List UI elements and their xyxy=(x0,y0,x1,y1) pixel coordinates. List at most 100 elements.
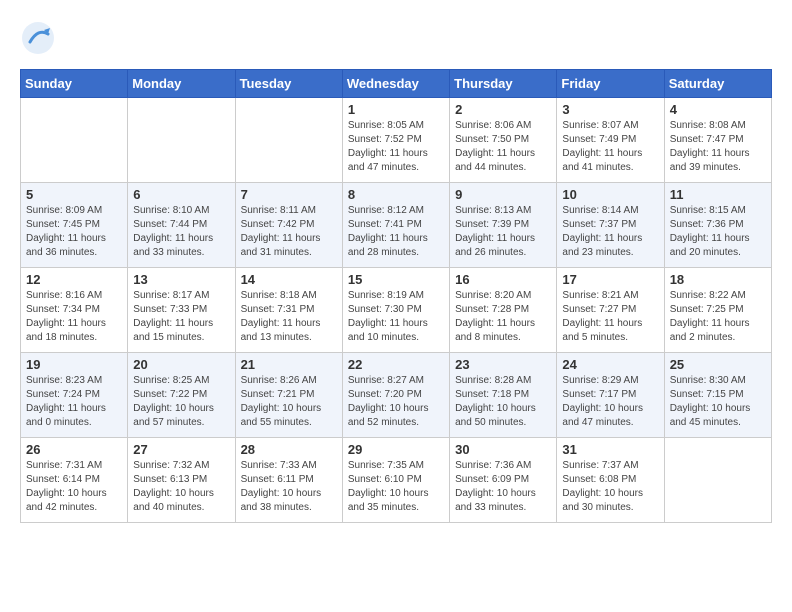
day-number: 2 xyxy=(455,102,551,117)
day-number: 27 xyxy=(133,442,229,457)
calendar-cell: 10 Sunrise: 8:14 AMSunset: 7:37 PMDayligh… xyxy=(557,183,664,268)
calendar-cell: 25 Sunrise: 8:30 AMSunset: 7:15 PMDayligh… xyxy=(664,353,771,438)
day-info: Sunrise: 8:13 AMSunset: 7:39 PMDaylight:… xyxy=(455,204,551,260)
day-info: Sunrise: 8:25 AMSunset: 7:22 PMDaylight:… xyxy=(133,374,229,430)
day-number: 30 xyxy=(455,442,551,457)
day-number: 10 xyxy=(562,187,658,202)
day-info: Sunrise: 8:28 AMSunset: 7:18 PMDaylight:… xyxy=(455,374,551,430)
day-info: Sunrise: 8:20 AMSunset: 7:28 PMDaylight:… xyxy=(455,289,551,345)
calendar-cell xyxy=(21,98,128,183)
header-thursday: Thursday xyxy=(450,70,557,98)
day-number: 21 xyxy=(241,357,337,372)
day-info: Sunrise: 8:17 AMSunset: 7:33 PMDaylight:… xyxy=(133,289,229,345)
day-info: Sunrise: 8:26 AMSunset: 7:21 PMDaylight:… xyxy=(241,374,337,430)
day-number: 18 xyxy=(670,272,766,287)
day-number: 31 xyxy=(562,442,658,457)
day-number: 11 xyxy=(670,187,766,202)
day-number: 23 xyxy=(455,357,551,372)
calendar-cell: 30 Sunrise: 7:36 AMSunset: 6:09 PMDayligh… xyxy=(450,438,557,523)
calendar-cell: 11 Sunrise: 8:15 AMSunset: 7:36 PMDayligh… xyxy=(664,183,771,268)
day-number: 1 xyxy=(348,102,444,117)
day-number: 17 xyxy=(562,272,658,287)
calendar-header-row: SundayMondayTuesdayWednesdayThursdayFrid… xyxy=(21,70,772,98)
day-info: Sunrise: 8:15 AMSunset: 7:36 PMDaylight:… xyxy=(670,204,766,260)
calendar-cell: 27 Sunrise: 7:32 AMSunset: 6:13 PMDayligh… xyxy=(128,438,235,523)
day-info: Sunrise: 7:35 AMSunset: 6:10 PMDaylight:… xyxy=(348,459,444,515)
header-sunday: Sunday xyxy=(21,70,128,98)
day-info: Sunrise: 8:27 AMSunset: 7:20 PMDaylight:… xyxy=(348,374,444,430)
logo xyxy=(20,20,60,61)
calendar-cell: 5Sunrise: 8:09 AMSunset: 7:45 PMDaylight… xyxy=(21,183,128,268)
day-number: 16 xyxy=(455,272,551,287)
calendar-cell: 16 Sunrise: 8:20 AMSunset: 7:28 PMDayligh… xyxy=(450,268,557,353)
calendar-cell: 8 Sunrise: 8:12 AMSunset: 7:41 PMDaylight… xyxy=(342,183,449,268)
day-number: 25 xyxy=(670,357,766,372)
day-number: 12 xyxy=(26,272,122,287)
day-number: 15 xyxy=(348,272,444,287)
header-saturday: Saturday xyxy=(664,70,771,98)
header-wednesday: Wednesday xyxy=(342,70,449,98)
calendar-cell: 19 Sunrise: 8:23 AMSunset: 7:24 PMDayligh… xyxy=(21,353,128,438)
day-number: 4 xyxy=(670,102,766,117)
calendar-cell: 9 Sunrise: 8:13 AMSunset: 7:39 PMDaylight… xyxy=(450,183,557,268)
day-info: Sunrise: 8:05 AMSunset: 7:52 PMDaylight:… xyxy=(348,119,444,175)
day-number: 14 xyxy=(241,272,337,287)
calendar-cell: 6Sunrise: 8:10 AMSunset: 7:44 PMDaylight… xyxy=(128,183,235,268)
calendar-cell: 13 Sunrise: 8:17 AMSunset: 7:33 PMDayligh… xyxy=(128,268,235,353)
day-info: Sunrise: 7:31 AMSunset: 6:14 PMDaylight:… xyxy=(26,459,122,515)
day-info: Sunrise: 8:06 AMSunset: 7:50 PMDaylight:… xyxy=(455,119,551,175)
day-info: Sunrise: 8:07 AMSunset: 7:49 PMDaylight:… xyxy=(562,119,658,175)
day-info: Sunrise: 8:30 AMSunset: 7:15 PMDaylight:… xyxy=(670,374,766,430)
calendar-cell: 15 Sunrise: 8:19 AMSunset: 7:30 PMDayligh… xyxy=(342,268,449,353)
day-info: Sunrise: 8:12 AMSunset: 7:41 PMDaylight:… xyxy=(348,204,444,260)
day-info: Sunrise: 8:10 AMSunset: 7:44 PMDaylight:… xyxy=(133,204,229,260)
calendar-cell: 29 Sunrise: 7:35 AMSunset: 6:10 PMDayligh… xyxy=(342,438,449,523)
day-number: 19 xyxy=(26,357,122,372)
calendar-cell: 26 Sunrise: 7:31 AMSunset: 6:14 PMDayligh… xyxy=(21,438,128,523)
calendar-cell: 4 Sunrise: 8:08 AMSunset: 7:47 PMDaylight… xyxy=(664,98,771,183)
day-info: Sunrise: 8:23 AMSunset: 7:24 PMDaylight:… xyxy=(26,374,122,430)
calendar-cell: 21 Sunrise: 8:26 AMSunset: 7:21 PMDayligh… xyxy=(235,353,342,438)
logo-icon xyxy=(20,20,56,56)
day-info: Sunrise: 8:19 AMSunset: 7:30 PMDaylight:… xyxy=(348,289,444,345)
day-info: Sunrise: 8:14 AMSunset: 7:37 PMDaylight:… xyxy=(562,204,658,260)
calendar-cell: 12 Sunrise: 8:16 AMSunset: 7:34 PMDayligh… xyxy=(21,268,128,353)
calendar-cell: 23 Sunrise: 8:28 AMSunset: 7:18 PMDayligh… xyxy=(450,353,557,438)
calendar-week-5: 26 Sunrise: 7:31 AMSunset: 6:14 PMDayligh… xyxy=(21,438,772,523)
calendar-cell: 3Sunrise: 8:07 AMSunset: 7:49 PMDaylight… xyxy=(557,98,664,183)
header-monday: Monday xyxy=(128,70,235,98)
calendar-cell: 2 Sunrise: 8:06 AMSunset: 7:50 PMDaylight… xyxy=(450,98,557,183)
calendar-cell xyxy=(664,438,771,523)
calendar-cell xyxy=(128,98,235,183)
day-info: Sunrise: 8:11 AMSunset: 7:42 PMDaylight:… xyxy=(241,204,337,260)
day-number: 20 xyxy=(133,357,229,372)
calendar-cell: 1 Sunrise: 8:05 AMSunset: 7:52 PMDaylight… xyxy=(342,98,449,183)
day-number: 8 xyxy=(348,187,444,202)
day-info: Sunrise: 7:36 AMSunset: 6:09 PMDaylight:… xyxy=(455,459,551,515)
calendar-cell xyxy=(235,98,342,183)
day-info: Sunrise: 8:22 AMSunset: 7:25 PMDaylight:… xyxy=(670,289,766,345)
day-number: 26 xyxy=(26,442,122,457)
day-info: Sunrise: 8:16 AMSunset: 7:34 PMDaylight:… xyxy=(26,289,122,345)
day-number: 28 xyxy=(241,442,337,457)
calendar-cell: 7 Sunrise: 8:11 AMSunset: 7:42 PMDaylight… xyxy=(235,183,342,268)
calendar-cell: 24Sunrise: 8:29 AMSunset: 7:17 PMDayligh… xyxy=(557,353,664,438)
calendar-cell: 17 Sunrise: 8:21 AMSunset: 7:27 PMDayligh… xyxy=(557,268,664,353)
page-header xyxy=(20,20,772,61)
day-number: 13 xyxy=(133,272,229,287)
day-number: 7 xyxy=(241,187,337,202)
day-info: Sunrise: 8:08 AMSunset: 7:47 PMDaylight:… xyxy=(670,119,766,175)
calendar-week-2: 5Sunrise: 8:09 AMSunset: 7:45 PMDaylight… xyxy=(21,183,772,268)
day-info: Sunrise: 8:29 AMSunset: 7:17 PMDaylight:… xyxy=(562,374,658,430)
day-info: Sunrise: 7:33 AMSunset: 6:11 PMDaylight:… xyxy=(241,459,337,515)
day-number: 9 xyxy=(455,187,551,202)
day-number: 29 xyxy=(348,442,444,457)
day-info: Sunrise: 8:21 AMSunset: 7:27 PMDaylight:… xyxy=(562,289,658,345)
day-info: Sunrise: 7:32 AMSunset: 6:13 PMDaylight:… xyxy=(133,459,229,515)
day-info: Sunrise: 8:18 AMSunset: 7:31 PMDaylight:… xyxy=(241,289,337,345)
header-friday: Friday xyxy=(557,70,664,98)
calendar-table: SundayMondayTuesdayWednesdayThursdayFrid… xyxy=(20,69,772,523)
calendar-week-3: 12 Sunrise: 8:16 AMSunset: 7:34 PMDayligh… xyxy=(21,268,772,353)
calendar-cell: 31Sunrise: 7:37 AMSunset: 6:08 PMDayligh… xyxy=(557,438,664,523)
calendar-cell: 18 Sunrise: 8:22 AMSunset: 7:25 PMDayligh… xyxy=(664,268,771,353)
